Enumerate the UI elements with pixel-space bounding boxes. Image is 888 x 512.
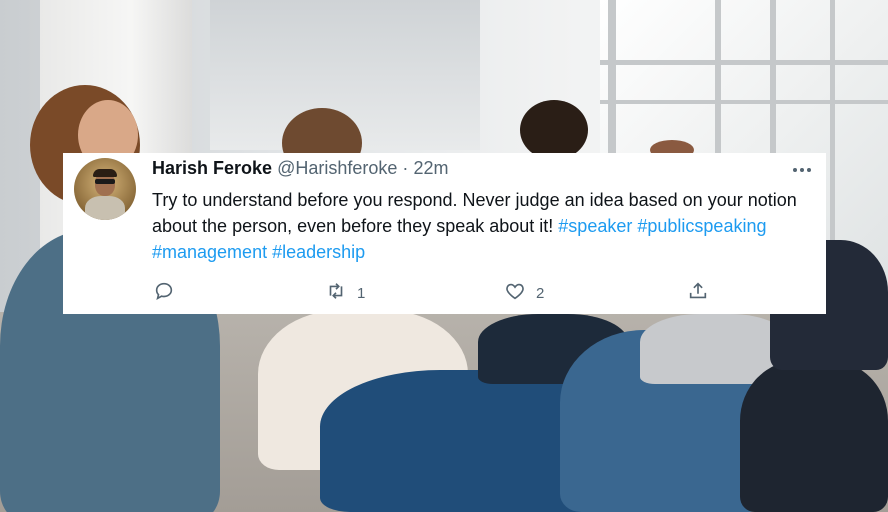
share-icon — [687, 280, 709, 306]
tweet-actions: 1 2 — [63, 280, 826, 304]
heart-icon — [504, 280, 526, 306]
more-horizontal-icon[interactable] — [790, 158, 814, 187]
tweet-card[interactable]: Harish Feroke @Harishferoke · 22m Try to… — [63, 153, 826, 314]
separator-dot: · — [402, 158, 409, 178]
tweet-timestamp[interactable]: 22m — [413, 158, 448, 178]
reply-button[interactable] — [153, 280, 185, 306]
author-name[interactable]: Harish Feroke — [152, 158, 272, 178]
like-count: 2 — [536, 284, 545, 302]
share-button[interactable] — [687, 280, 719, 306]
hashtag-publicspeaking[interactable]: #publicspeaking — [637, 216, 766, 236]
reply-icon — [153, 280, 175, 306]
tweet-header: Harish Feroke @Harishferoke · 22m — [152, 158, 448, 179]
tweet-text: Try to understand before you respond. Ne… — [152, 187, 817, 265]
retweet-button[interactable]: 1 — [325, 280, 365, 306]
like-button[interactable]: 2 — [504, 280, 544, 306]
retweet-icon — [325, 280, 347, 306]
hashtag-speaker[interactable]: #speaker — [558, 216, 632, 236]
retweet-count: 1 — [357, 284, 366, 302]
person-hair-3 — [520, 100, 588, 160]
hashtag-leadership[interactable]: #leadership — [272, 242, 365, 262]
person-legs-4 — [740, 360, 888, 512]
hashtag-management[interactable]: #management — [152, 242, 267, 262]
avatar[interactable] — [74, 158, 136, 220]
author-handle[interactable]: @Harishferoke — [277, 158, 397, 178]
